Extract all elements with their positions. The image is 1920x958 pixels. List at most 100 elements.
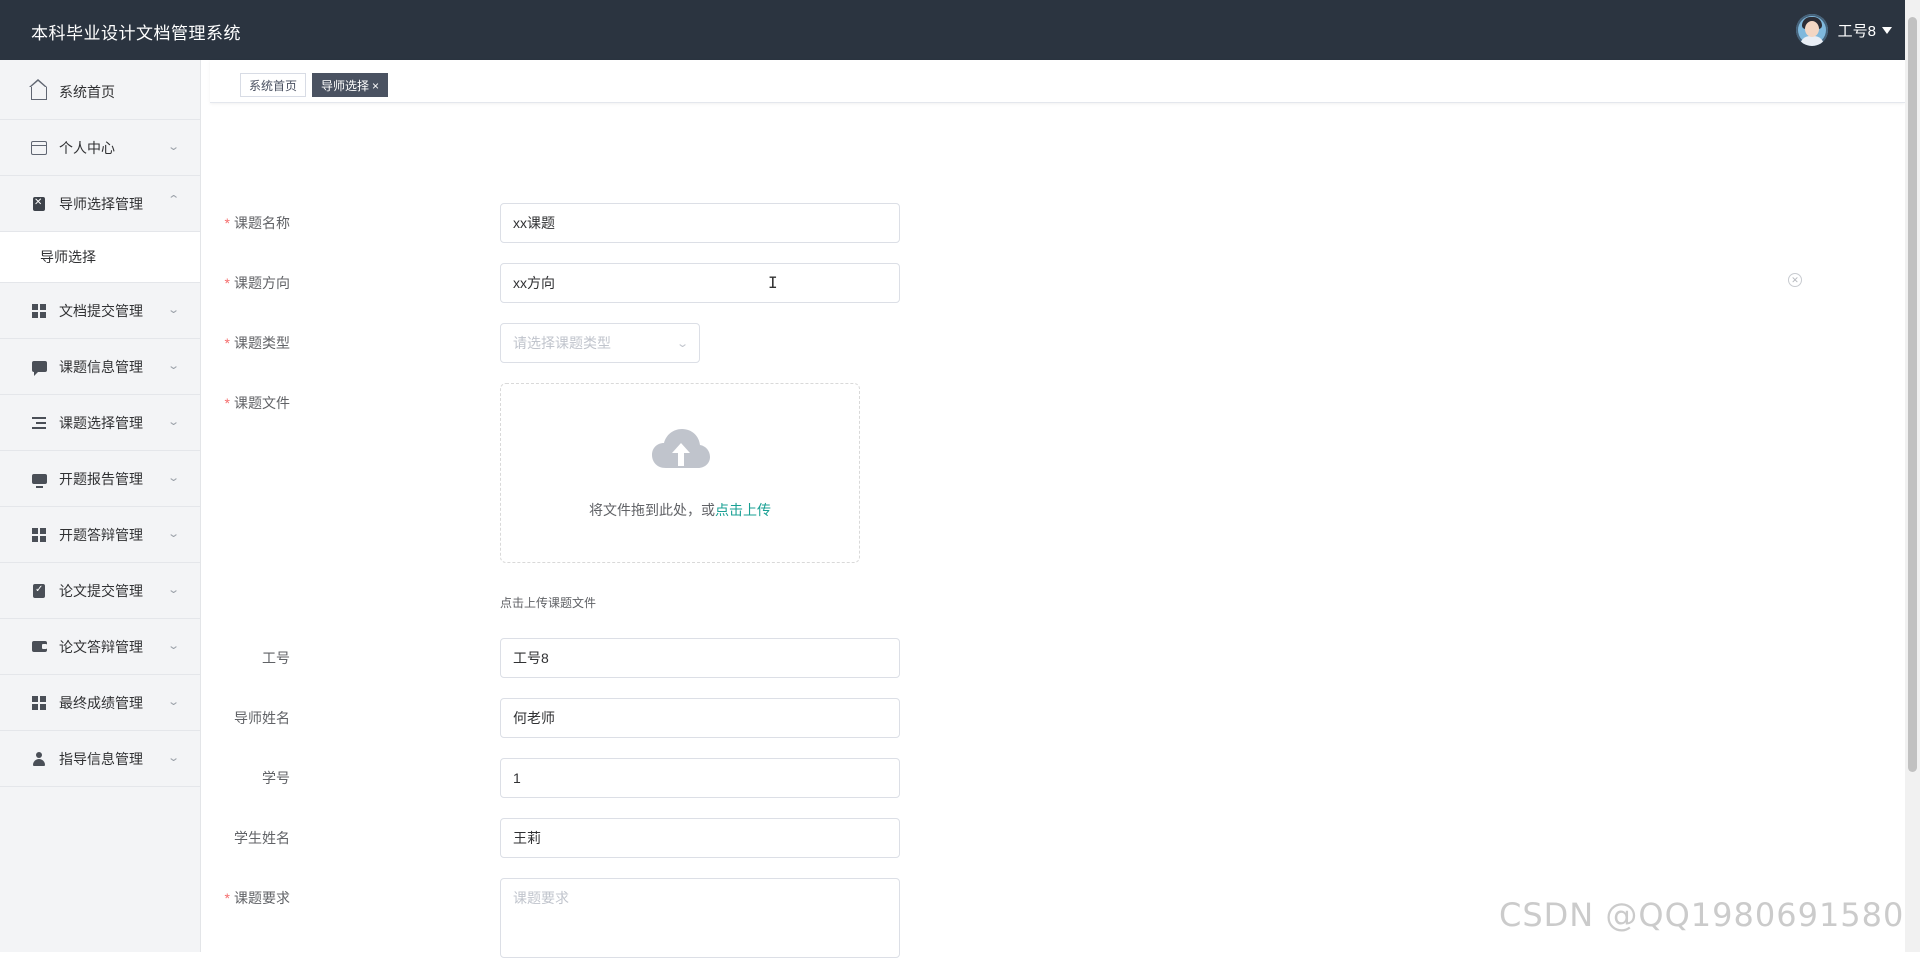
list-icon bbox=[31, 415, 47, 431]
tab-label: 系统首页 bbox=[249, 79, 298, 93]
staff-id-input[interactable]: 工号8 bbox=[500, 638, 900, 678]
close-icon[interactable]: × bbox=[372, 79, 379, 93]
card-icon bbox=[31, 140, 47, 156]
sidebar-item-proposal-report[interactable]: 开题报告管理 ⌄ bbox=[0, 451, 200, 507]
form-row-student-name: 学生姓名 王莉 bbox=[200, 818, 1000, 858]
chevron-down-icon: ⌄ bbox=[675, 338, 689, 350]
chevron-down-icon: ⌄ bbox=[166, 360, 180, 372]
chevron-down-icon: ⌄ bbox=[166, 304, 180, 316]
chevron-down-icon: ⌄ bbox=[166, 528, 180, 540]
field-label: 导师姓名 bbox=[234, 710, 290, 726]
sidebar-item-profile[interactable]: 个人中心 ⌄ bbox=[0, 120, 200, 176]
required-mark: * bbox=[224, 395, 230, 411]
form-row-requirements: * 课题要求 课题要求 bbox=[200, 878, 1000, 958]
chevron-down-icon: ⌄ bbox=[166, 696, 180, 708]
grid-icon bbox=[31, 303, 47, 319]
user-name[interactable]: 工号8 bbox=[1838, 20, 1876, 41]
submenu-item-label: 导师选择 bbox=[40, 249, 96, 265]
chevron-down-icon: ⌄ bbox=[166, 752, 180, 764]
topic-name-input[interactable]: xx课题 bbox=[500, 203, 900, 243]
field-label: 学生姓名 bbox=[234, 830, 290, 846]
sidebar-item-guidance-info[interactable]: 指导信息管理 ⌄ bbox=[0, 731, 200, 787]
form-row-topic-name: * 课题名称 xx课题 bbox=[200, 203, 1000, 243]
sidebar-item-label: 导师选择管理 bbox=[59, 195, 143, 212]
caret-down-icon[interactable] bbox=[1882, 26, 1892, 34]
sidebar-item-final-grades[interactable]: 最终成绩管理 ⌄ bbox=[0, 675, 200, 731]
home-icon bbox=[29, 79, 47, 100]
app-title: 本科毕业设计文档管理系统 bbox=[31, 24, 241, 43]
sidebar-item-label: 开题答辩管理 bbox=[59, 526, 143, 543]
sidebar-item-label: 论文答辩管理 bbox=[59, 638, 143, 655]
user-icon bbox=[31, 751, 47, 767]
watermark: CSDN @QQ1980691580 bbox=[1499, 896, 1905, 934]
chevron-down-icon: ⌄ bbox=[166, 416, 180, 428]
student-id-input[interactable]: 1 bbox=[500, 758, 900, 798]
sidebar-item-proposal-defense[interactable]: 开题答辩管理 ⌄ bbox=[0, 507, 200, 563]
sidebar-item-label: 指导信息管理 bbox=[59, 750, 143, 767]
top-navbar: 本科毕业设计文档管理系统 工号8 bbox=[0, 0, 1920, 60]
sidebar-item-advisor-selection-mgmt[interactable]: 导师选择管理 ⌄ bbox=[0, 176, 200, 232]
sidebar-item-thesis-defense[interactable]: 论文答辩管理 ⌄ bbox=[0, 619, 200, 675]
upload-cloud-icon bbox=[652, 429, 710, 468]
chevron-up-icon: ⌄ bbox=[166, 192, 180, 204]
field-label: * 课题方向 bbox=[224, 275, 290, 291]
sidebar-item-label: 课题选择管理 bbox=[59, 414, 143, 431]
check-clipboard-icon bbox=[31, 583, 47, 599]
required-mark: * bbox=[224, 890, 230, 906]
field-label: * 课题要求 bbox=[224, 890, 290, 906]
required-mark: * bbox=[224, 335, 230, 351]
file-upload-dropzone[interactable]: 将文件拖到此处，或点击上传 bbox=[500, 383, 860, 563]
sidebar-item-thesis-submission[interactable]: 论文提交管理 ⌄ bbox=[0, 563, 200, 619]
sidebar-menu: 系统首页 个人中心 ⌄ 导师选择管理 ⌄ 导师选择 文档提交管理 ⌄ 课题信息管… bbox=[0, 64, 200, 787]
required-mark: * bbox=[224, 275, 230, 291]
sidebar-item-document-submission[interactable]: 文档提交管理 ⌄ bbox=[0, 283, 200, 339]
chevron-down-icon: ⌄ bbox=[166, 472, 180, 484]
field-label: * 课题文件 bbox=[224, 395, 290, 411]
grid-icon bbox=[31, 527, 47, 543]
field-label: * 课题类型 bbox=[224, 335, 290, 351]
page-scrollbar[interactable] bbox=[1905, 0, 1920, 952]
sidebar-item-label: 开题报告管理 bbox=[59, 470, 143, 487]
sidebar-item-label: 文档提交管理 bbox=[59, 302, 143, 319]
chevron-down-icon: ⌄ bbox=[166, 640, 180, 652]
chevron-down-icon: ⌄ bbox=[166, 141, 180, 153]
form-row-topic-type: * 课题类型 请选择课题类型 ⌄ bbox=[200, 323, 1000, 363]
sidebar: 系统首页 个人中心 ⌄ 导师选择管理 ⌄ 导师选择 文档提交管理 ⌄ 课题信息管… bbox=[0, 60, 201, 952]
user-avatar[interactable] bbox=[1795, 14, 1828, 46]
field-label: * 课题名称 bbox=[224, 215, 290, 231]
teacher-name-input[interactable]: 何老师 bbox=[500, 698, 900, 738]
clipboard-icon bbox=[31, 196, 47, 212]
grid-icon bbox=[31, 695, 47, 711]
click-upload-link[interactable]: 点击上传 bbox=[715, 502, 771, 518]
sidebar-item-label: 最终成绩管理 bbox=[59, 694, 143, 711]
close-icon: ✕ bbox=[1788, 273, 1802, 287]
form-row-teacher-name: 导师姓名 何老师 bbox=[200, 698, 1000, 738]
sidebar-item-topic-info[interactable]: 课题信息管理 ⌄ bbox=[0, 339, 200, 395]
chevron-down-icon: ⌄ bbox=[166, 584, 180, 596]
select-placeholder: 请选择课题类型 bbox=[513, 335, 611, 351]
tab-home[interactable]: 系统首页 bbox=[240, 73, 307, 97]
advisor-selection-form: * 课题名称 xx课题 * 课题方向 xx方向 I * 课题类型 请选择课题类型 ⌄ … bbox=[200, 103, 1905, 958]
text-cursor-icon: I bbox=[768, 273, 778, 292]
field-label: 学号 bbox=[262, 770, 290, 786]
scrollbar-thumb[interactable] bbox=[1908, 17, 1917, 772]
tab-label: 导师选择 bbox=[321, 79, 370, 93]
form-row-student-id: 学号 1 bbox=[200, 758, 1000, 798]
sidebar-item-label: 论文提交管理 bbox=[59, 582, 143, 599]
submenu-item-advisor-selection[interactable]: 导师选择 bbox=[0, 232, 200, 283]
required-mark: * bbox=[224, 215, 230, 231]
sidebar-item-label: 课题信息管理 bbox=[59, 358, 143, 375]
requirements-textarea[interactable]: 课题要求 bbox=[500, 878, 900, 958]
monitor-icon bbox=[31, 471, 47, 488]
form-row-staff-id: 工号 工号8 bbox=[200, 638, 1000, 678]
upload-instructions: 将文件拖到此处，或点击上传 bbox=[589, 502, 771, 518]
sidebar-item-home[interactable]: 系统首页 bbox=[0, 64, 200, 120]
sidebar-item-label: 个人中心 bbox=[59, 139, 115, 156]
tab-advisor-selection[interactable]: 导师选择 × bbox=[312, 73, 389, 97]
sidebar-item-topic-selection[interactable]: 课题选择管理 ⌄ bbox=[0, 395, 200, 451]
topic-direction-input[interactable]: xx方向 bbox=[500, 263, 900, 303]
chat-icon bbox=[31, 359, 47, 376]
student-name-input[interactable]: 王莉 bbox=[500, 818, 900, 858]
topic-type-select[interactable]: 请选择课题类型 ⌄ bbox=[500, 323, 700, 363]
user-menu[interactable]: 工号8 bbox=[1795, 14, 1892, 46]
